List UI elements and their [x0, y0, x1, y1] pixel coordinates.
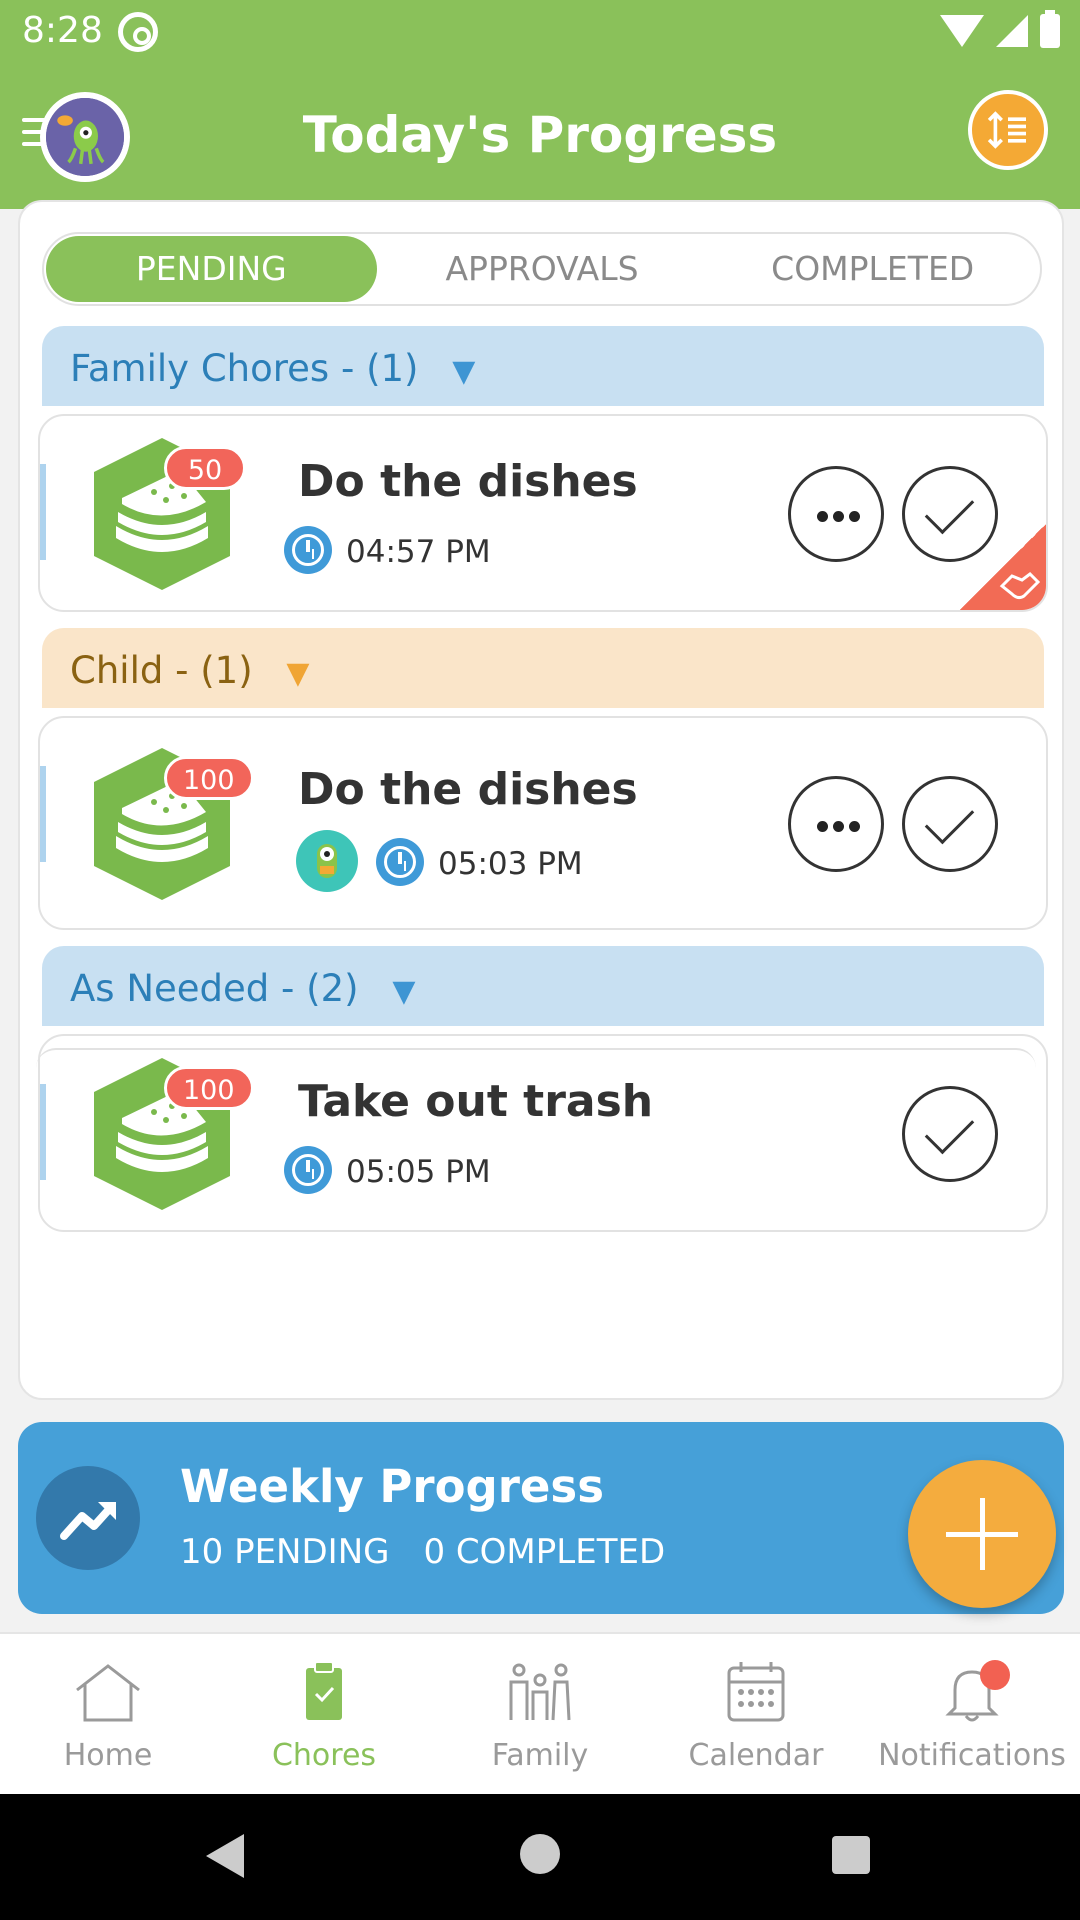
more-options-button[interactable] — [788, 466, 884, 562]
expand-triangle-icon: ▼ — [286, 656, 310, 691]
section-title: Family Chores - — [70, 347, 355, 390]
complete-check-button[interactable] — [902, 1086, 998, 1182]
notification-badge — [980, 1660, 1010, 1690]
chore-title: Take out trash — [298, 1076, 654, 1127]
status-tabs: PENDING APPROVALS COMPLETED — [42, 232, 1042, 306]
chore-time: 05:03 PM — [438, 846, 583, 882]
section-header-child[interactable]: Child - (1) ▼ — [42, 628, 1044, 708]
clipboard-icon — [287, 1660, 361, 1724]
app-header: 8:28 Today's Progress — [0, 0, 1080, 209]
tab-approvals[interactable]: APPROVALS — [377, 236, 708, 302]
weekly-stats: 10 PENDING 0 COMPLETED — [180, 1532, 665, 1572]
status-icons — [940, 10, 1060, 48]
chore-time: 04:57 PM — [346, 534, 491, 570]
page-title: Today's Progress — [302, 106, 778, 164]
sort-icon — [987, 111, 1026, 149]
nav-label: Home — [63, 1738, 153, 1773]
recent-apps-icon[interactable] — [832, 1836, 870, 1874]
next-card-peek — [36, 1048, 1036, 1068]
nav-notifications[interactable]: Notifications — [864, 1634, 1080, 1794]
status-time: 8:28 — [22, 10, 103, 51]
complete-check-button[interactable] — [902, 776, 998, 872]
expand-triangle-icon: ▼ — [392, 974, 416, 1009]
sort-button[interactable] — [968, 90, 1048, 170]
more-options-button[interactable] — [788, 776, 884, 872]
section-title: Child - — [70, 649, 189, 692]
family-icon — [503, 1660, 577, 1724]
section-count: (1) — [366, 347, 419, 390]
clock-icon — [284, 526, 332, 574]
clock-icon — [284, 1146, 332, 1194]
chore-card[interactable]: 50 Do the dishes 04:57 PM — [38, 414, 1048, 612]
pending-count: 10 PENDING — [180, 1532, 390, 1572]
home-icon — [71, 1660, 145, 1724]
section-count: (2) — [306, 967, 359, 1010]
nav-label: Calendar — [688, 1738, 824, 1773]
nav-home[interactable]: Home — [0, 1634, 216, 1794]
section-title: As Needed - — [70, 967, 295, 1010]
status-app-icon — [118, 12, 158, 52]
expand-triangle-icon: ▼ — [452, 354, 476, 389]
nav-calendar[interactable]: Calendar — [648, 1634, 864, 1794]
clock-icon — [376, 838, 424, 886]
chore-title: Do the dishes — [298, 456, 638, 507]
trending-up-icon — [36, 1466, 140, 1570]
nav-chores[interactable]: Chores — [216, 1634, 432, 1794]
handshake-icon — [999, 572, 1041, 600]
chore-time: 05:05 PM — [346, 1154, 491, 1190]
calendar-icon — [719, 1660, 793, 1724]
chores-panel: PENDING APPROVALS COMPLETED Family Chore… — [18, 200, 1064, 1400]
tab-pending[interactable]: PENDING — [46, 236, 377, 302]
chore-card[interactable]: 100 Do the dishes 05:03 PM — [38, 716, 1048, 930]
points-badge: 100 — [164, 1066, 254, 1110]
battery-icon — [1040, 10, 1060, 48]
shared-chore-corner — [960, 524, 1046, 610]
nav-label: Chores — [271, 1738, 377, 1773]
home-button-icon[interactable] — [520, 1834, 560, 1874]
nav-label: Family — [491, 1738, 589, 1773]
tab-completed[interactable]: COMPLETED — [707, 236, 1038, 302]
completed-count: 0 COMPLETED — [423, 1532, 666, 1572]
section-header-as-needed[interactable]: As Needed - (2) ▼ — [42, 946, 1044, 1026]
add-chore-button[interactable] — [908, 1460, 1056, 1608]
wifi-icon — [940, 15, 984, 47]
weekly-progress-title: Weekly Progress — [180, 1460, 605, 1513]
chore-title: Do the dishes — [298, 764, 638, 815]
weekly-progress-banner[interactable]: Weekly Progress 10 PENDING 0 COMPLETED — [18, 1422, 1064, 1614]
nav-label: Notifications — [878, 1738, 1066, 1773]
nav-family[interactable]: Family — [432, 1634, 648, 1794]
back-icon[interactable] — [206, 1834, 244, 1878]
signal-icon — [996, 15, 1028, 47]
section-count: (1) — [200, 649, 253, 692]
section-header-family-chores[interactable]: Family Chores - (1) ▼ — [42, 326, 1044, 406]
assignee-avatar — [296, 830, 358, 892]
points-badge: 100 — [164, 756, 254, 800]
bottom-navigation: Home Chores Family Calendar Notification… — [0, 1632, 1080, 1794]
system-navigation-bar — [0, 1794, 1080, 1920]
points-badge: 50 — [164, 446, 246, 490]
